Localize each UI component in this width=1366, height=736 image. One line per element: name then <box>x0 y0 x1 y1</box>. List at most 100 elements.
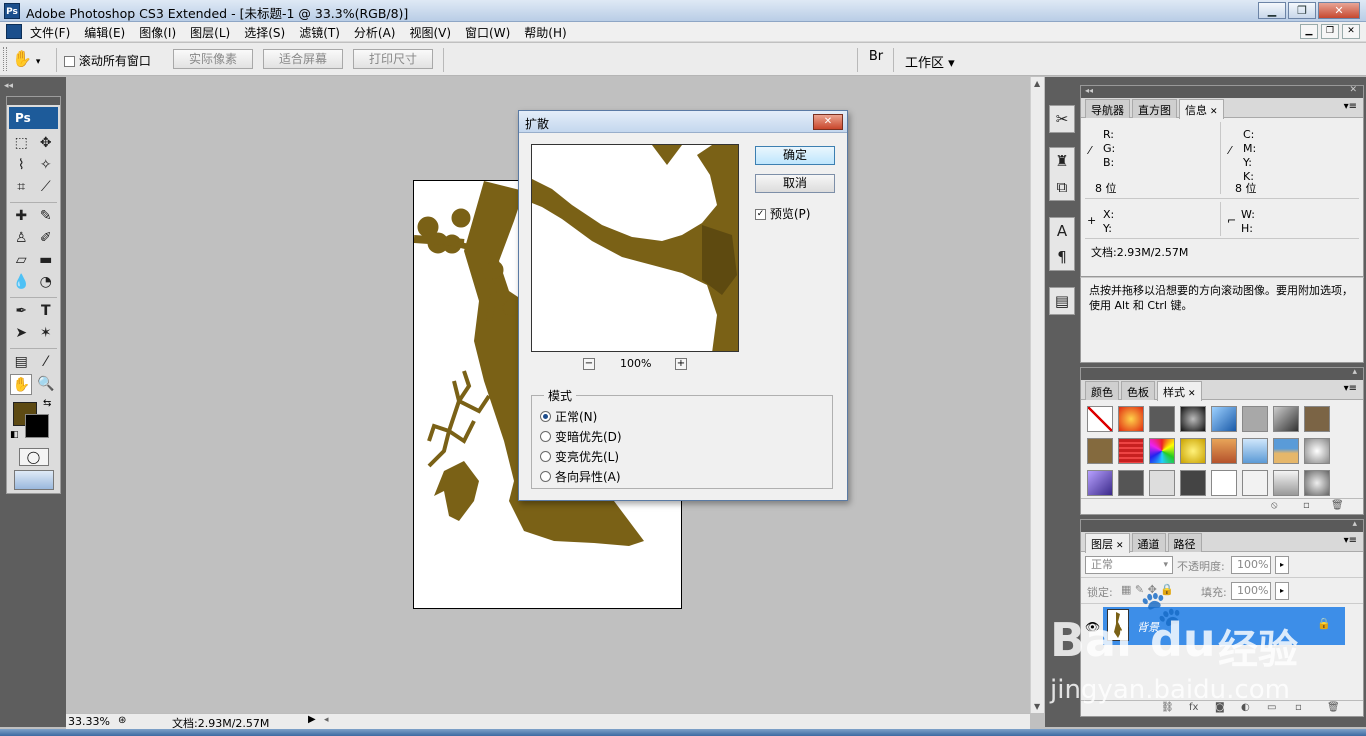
collapse-arrows-icon[interactable]: ◂◂ <box>4 81 13 91</box>
menu-filter[interactable]: 滤镜(T) <box>299 24 340 41</box>
paragraph-icon[interactable]: ¶ <box>1050 244 1074 270</box>
style-swatch[interactable] <box>1211 470 1237 496</box>
mode-normal[interactable]: 正常(N) <box>540 408 597 425</box>
style-swatch[interactable] <box>1304 406 1330 432</box>
eyedropper-tool-icon[interactable]: ⁄ <box>35 352 57 373</box>
mode-anisotropic[interactable]: 各向异性(A) <box>540 468 621 485</box>
status-icon[interactable]: ⊛ <box>118 715 126 726</box>
tab-navigator[interactable]: 导航器 <box>1085 99 1130 118</box>
menu-view[interactable]: 视图(V) <box>409 24 451 41</box>
hand-tool-icon[interactable]: ✋ <box>10 374 33 395</box>
close-tab-icon[interactable]: ✕ <box>1210 107 1218 117</box>
zoom-tool-icon[interactable]: 🔍 <box>35 374 57 395</box>
brush-tool-icon[interactable]: ✎ <box>35 206 57 227</box>
print-size-button[interactable]: 打印尺寸 <box>353 49 433 69</box>
style-swatch[interactable] <box>1149 406 1175 432</box>
marquee-tool-icon[interactable]: ⬚ <box>10 133 32 154</box>
doc-minimize-button[interactable]: ▁ <box>1300 24 1318 39</box>
doc-restore-button[interactable]: ❐ <box>1321 24 1339 39</box>
style-swatch[interactable] <box>1211 406 1237 432</box>
blend-mode-select[interactable]: 正常 ▾ <box>1085 556 1173 574</box>
style-swatch[interactable] <box>1087 470 1113 496</box>
close-tab-icon[interactable]: ✕ <box>1116 541 1124 551</box>
tab-swatches[interactable]: 色板 <box>1121 381 1155 400</box>
crop-tool-icon[interactable]: ⌗ <box>10 177 32 198</box>
zoom-level[interactable]: 33.33% <box>68 715 110 728</box>
style-swatch-none[interactable] <box>1087 406 1113 432</box>
dialog-close-button[interactable]: ✕ <box>813 114 843 130</box>
hand-tool-preset-icon[interactable]: ✋ ▾ <box>12 49 52 71</box>
menu-layer[interactable]: 图层(L) <box>190 24 230 41</box>
lasso-tool-icon[interactable]: ⌇ <box>10 155 32 176</box>
opacity-input[interactable]: 100% <box>1231 556 1271 574</box>
style-swatch[interactable] <box>1118 438 1144 464</box>
menu-analysis[interactable]: 分析(A) <box>354 24 396 41</box>
toolbox-logo[interactable]: Ps <box>9 107 58 129</box>
layer-comps-icon[interactable]: ▤ <box>1050 288 1074 314</box>
tool-presets-icon[interactable]: ✂ <box>1050 106 1074 132</box>
workspace-menu[interactable]: 工作区 ▾ <box>905 52 955 71</box>
cancel-button[interactable]: 取消 <box>755 174 835 193</box>
scroll-left-icon[interactable]: ◂ <box>324 715 329 725</box>
screen-mode-icon[interactable] <box>13 470 54 490</box>
tab-styles[interactable]: 样式 ✕ <box>1157 381 1202 401</box>
canvas-vertical-scrollbar[interactable]: ▲ ▼ <box>1030 77 1044 713</box>
panel-menu-icon[interactable]: ▾≡ <box>1344 535 1357 546</box>
delete-style-icon[interactable]: 🗑 <box>1331 500 1344 511</box>
menu-select[interactable]: 选择(S) <box>244 24 285 41</box>
mode-normal-radio[interactable] <box>540 411 551 422</box>
dialog-title-bar[interactable]: 扩散 ✕ <box>519 111 847 133</box>
scroll-up-icon[interactable]: ▲ <box>1034 79 1040 88</box>
maximize-button[interactable]: ❐ <box>1288 2 1316 19</box>
type-tool-icon[interactable]: T <box>35 301 57 322</box>
history-brush-tool-icon[interactable]: ✐ <box>35 228 57 249</box>
tab-color[interactable]: 颜色 <box>1085 381 1119 400</box>
mode-lighten-only[interactable]: 变亮优先(L) <box>540 448 619 465</box>
tab-info[interactable]: 信息 ✕ <box>1179 99 1224 119</box>
bridge-icon[interactable]: Br <box>864 49 888 69</box>
dodge-tool-icon[interactable]: ◔ <box>35 272 57 293</box>
tab-channels[interactable]: 通道 <box>1131 533 1166 552</box>
custom-shape-tool-icon[interactable]: ✶ <box>35 323 57 344</box>
style-swatch[interactable] <box>1087 438 1113 464</box>
healing-brush-tool-icon[interactable]: ✚ <box>10 206 32 227</box>
default-colors-icon[interactable]: ◧ <box>10 430 19 440</box>
scroll-all-checkbox[interactable] <box>64 56 75 67</box>
opacity-slider-icon[interactable]: ▸ <box>1275 556 1289 574</box>
menu-file[interactable]: 文件(F) <box>30 24 70 41</box>
style-swatch[interactable] <box>1273 406 1299 432</box>
toolbox-header[interactable] <box>7 97 60 105</box>
quick-mask-icon[interactable]: ◯ <box>18 448 49 466</box>
clone-source-icon[interactable]: ⧉ <box>1050 174 1074 200</box>
preview-checkbox[interactable]: ✓ <box>755 209 766 220</box>
path-selection-tool-icon[interactable]: ➤ <box>10 323 32 344</box>
menu-window[interactable]: 窗口(W) <box>465 24 510 41</box>
magic-wand-tool-icon[interactable]: ✧ <box>35 155 57 176</box>
style-swatch[interactable] <box>1149 438 1175 464</box>
style-swatch[interactable] <box>1304 438 1330 464</box>
clear-style-icon[interactable]: ⦸ <box>1271 500 1278 511</box>
tab-paths[interactable]: 路径 <box>1167 533 1202 552</box>
mode-anisotropic-radio[interactable] <box>540 471 551 482</box>
status-menu-arrow-icon[interactable]: ▶ <box>308 714 316 725</box>
style-swatch[interactable] <box>1118 406 1144 432</box>
style-swatch[interactable] <box>1180 470 1206 496</box>
background-color-swatch[interactable] <box>25 414 49 438</box>
style-swatch[interactable] <box>1242 438 1268 464</box>
blur-tool-icon[interactable]: 💧 <box>10 272 32 293</box>
eyedropper-icon[interactable]: ⁄ <box>1089 144 1091 157</box>
style-swatch[interactable] <box>1242 470 1268 496</box>
actual-pixels-button[interactable]: 实际像素 <box>173 49 253 69</box>
slice-tool-icon[interactable]: ⟋ <box>35 177 57 198</box>
style-swatch[interactable] <box>1273 438 1299 464</box>
style-swatch[interactable] <box>1211 438 1237 464</box>
panel-menu-icon[interactable]: ▾≡ <box>1344 383 1357 394</box>
swap-colors-icon[interactable]: ⇆ <box>43 398 51 409</box>
style-swatch[interactable] <box>1180 406 1206 432</box>
menu-image[interactable]: 图像(I) <box>139 24 176 41</box>
clone-stamp-tool-icon[interactable]: ♙ <box>10 228 32 249</box>
doc-close-button[interactable]: ✕ <box>1342 24 1360 39</box>
layers-panel-header[interactable]: ▴ <box>1081 519 1363 532</box>
style-swatch[interactable] <box>1242 406 1268 432</box>
tab-histogram[interactable]: 直方图 <box>1132 99 1177 118</box>
